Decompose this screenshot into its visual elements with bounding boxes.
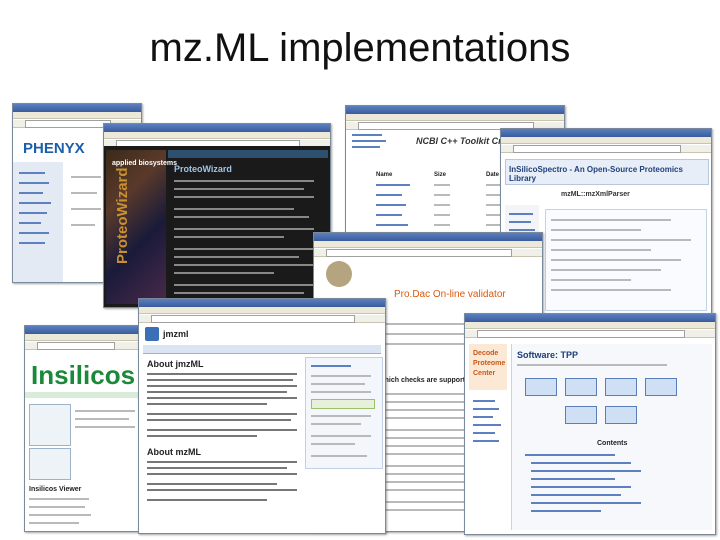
- menu-bar: [25, 334, 145, 341]
- diagram-box: [525, 378, 557, 396]
- menu-bar: [501, 137, 711, 144]
- toolbar: [25, 342, 145, 350]
- proteowizard-window: applied biosystems ProteoWizard ProteoWi…: [103, 123, 331, 308]
- diagram-box: [645, 378, 677, 396]
- proteowizard-box-title: ProteoWizard: [174, 164, 232, 174]
- toolbar: [139, 315, 385, 323]
- title-bar: [25, 326, 145, 334]
- toolbar: [314, 249, 542, 257]
- address-bar[interactable]: [25, 120, 111, 128]
- ncbi-col-size: Size: [434, 172, 447, 178]
- decode-logo-line-1: Decode: [473, 350, 499, 357]
- jmzml-window: jmzml About jmzML About mzML: [138, 298, 386, 534]
- toolbar: [501, 145, 711, 153]
- title-bar: [314, 233, 542, 241]
- proteowizard-nav: [168, 150, 328, 158]
- insilicos-nav: [25, 392, 145, 398]
- menu-bar: [465, 322, 715, 329]
- diagram-box: [605, 378, 637, 396]
- insilicos-window: Insilicos Insilicos Viewer: [24, 325, 146, 532]
- menu-bar: [13, 112, 141, 119]
- insilicospectro-heading: InSilicoSpectro - An Open-Source Proteom…: [509, 165, 683, 183]
- contents-heading: Contents: [597, 440, 628, 447]
- jmzml-tabs: [143, 345, 381, 354]
- slide-title: mz.ML implementations: [149, 26, 571, 70]
- title-bar: [501, 129, 711, 137]
- about-jmzml-heading: About jmzML: [147, 359, 204, 369]
- title-bar: [13, 104, 141, 112]
- jmzml-name: jmzml: [163, 329, 189, 339]
- address-bar[interactable]: [326, 249, 512, 257]
- insilicos-plot: [29, 404, 71, 446]
- insilicos-plot: [29, 448, 71, 480]
- tpp-window: Decode Proteome Center Software: TPP Con…: [464, 313, 716, 535]
- menu-bar: [104, 132, 330, 139]
- ncbi-col-name: Name: [376, 172, 393, 178]
- decode-logo-line-3: Center: [473, 370, 496, 377]
- menu-bar: [314, 241, 542, 248]
- address-bar[interactable]: [477, 330, 685, 338]
- jmzml-main: [143, 357, 301, 529]
- menu-bar: [346, 114, 564, 121]
- title-bar: [139, 299, 385, 307]
- about-mzml-heading: About mzML: [147, 447, 201, 457]
- diagram-box: [565, 378, 597, 396]
- address-bar[interactable]: [151, 315, 355, 323]
- title-bar: [465, 314, 715, 322]
- tpp-heading: Software: TPP: [517, 350, 579, 360]
- prodac-heading: Pro.Dac On-line validator: [394, 289, 506, 300]
- prodac-logo-mark: [326, 261, 352, 287]
- address-bar[interactable]: [37, 342, 115, 350]
- jmzml-logo-mark: [145, 327, 159, 341]
- diagram-box: [605, 406, 637, 424]
- insilicos-logo: Insilicos: [31, 360, 136, 390]
- insilicos-viewer-label: Insilicos Viewer: [29, 486, 82, 493]
- title-bar: [104, 124, 330, 132]
- tpp-left-nav: [469, 394, 507, 524]
- decode-logo-line-2: Proteome: [473, 360, 506, 367]
- address-bar[interactable]: [513, 145, 681, 153]
- download-link-box[interactable]: [311, 399, 375, 409]
- proteowizard-side-text: ProteoWizard: [114, 167, 131, 264]
- phenyx-logo: PHENYX: [23, 140, 85, 157]
- diagram-box: [565, 406, 597, 424]
- menu-bar: [139, 307, 385, 314]
- applied-biosystems-header: applied biosystems: [112, 160, 177, 167]
- title-bar: [346, 106, 564, 114]
- toolbar: [465, 330, 715, 338]
- class-name: mzML::mzXmlParser: [561, 191, 630, 198]
- jmzml-sidebar: [305, 357, 383, 469]
